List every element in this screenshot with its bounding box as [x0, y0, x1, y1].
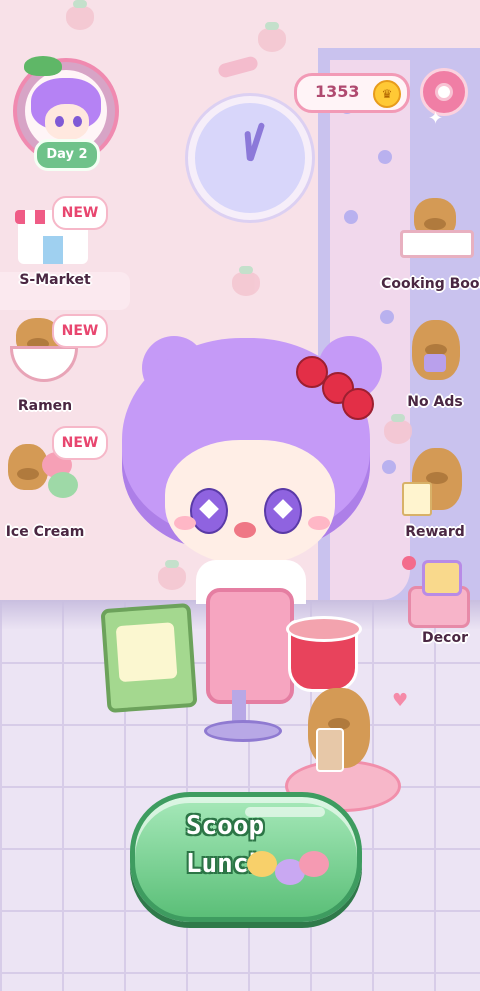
ice-cream-label: Ice Cream	[5, 524, 85, 540]
cooking-book-icon	[398, 188, 474, 258]
ramen-label: Ramen	[17, 398, 73, 414]
pink-phone	[206, 588, 294, 704]
day-badge: Day 2	[34, 139, 100, 171]
character-mouth	[234, 522, 256, 538]
no-ads-label: No Ads	[407, 394, 463, 410]
food-icon	[299, 851, 329, 877]
character-blush	[174, 516, 196, 530]
phone-stand-base	[204, 720, 282, 742]
reward-label: Reward	[405, 524, 465, 540]
scoop-lunch-button[interactable]: Scoop Lunch	[130, 792, 362, 922]
reward-icon	[398, 448, 468, 516]
mug-rim	[286, 616, 362, 642]
wall-clock	[188, 96, 312, 220]
coin-icon: ♛	[373, 80, 401, 108]
s-market-label: S-Market	[19, 272, 91, 288]
scoop-lunch-line1: Scoop	[185, 811, 265, 841]
no-ads-icon	[398, 320, 468, 386]
decor-icon	[398, 556, 470, 628]
strawberry-decoration	[232, 266, 260, 296]
new-badge: NEW	[52, 314, 108, 348]
leaf-icon	[24, 56, 62, 76]
character-blush	[308, 516, 330, 530]
strawberry-decoration	[258, 22, 286, 52]
coin-amount: 1353	[315, 82, 360, 101]
cherry-hair-clip-icon	[342, 388, 374, 420]
coin-counter[interactable]: 1353 ♛	[294, 73, 410, 113]
food-icon	[247, 851, 277, 877]
bubble-tea-cup	[316, 728, 344, 772]
character-eye	[264, 488, 302, 534]
cooking-book-label: Cooking Book	[381, 276, 480, 292]
decor-label: Decor	[422, 630, 468, 646]
sparkle-icon: ✦	[428, 108, 444, 129]
character-eye	[190, 488, 228, 534]
notebook	[100, 602, 198, 714]
new-badge: NEW	[52, 426, 108, 460]
strawberry-decoration	[384, 414, 412, 444]
strawberry-decoration	[66, 0, 94, 30]
strawberry-decoration	[158, 560, 186, 590]
heart-icon: ♥	[392, 690, 409, 711]
new-badge: NEW	[52, 196, 108, 230]
